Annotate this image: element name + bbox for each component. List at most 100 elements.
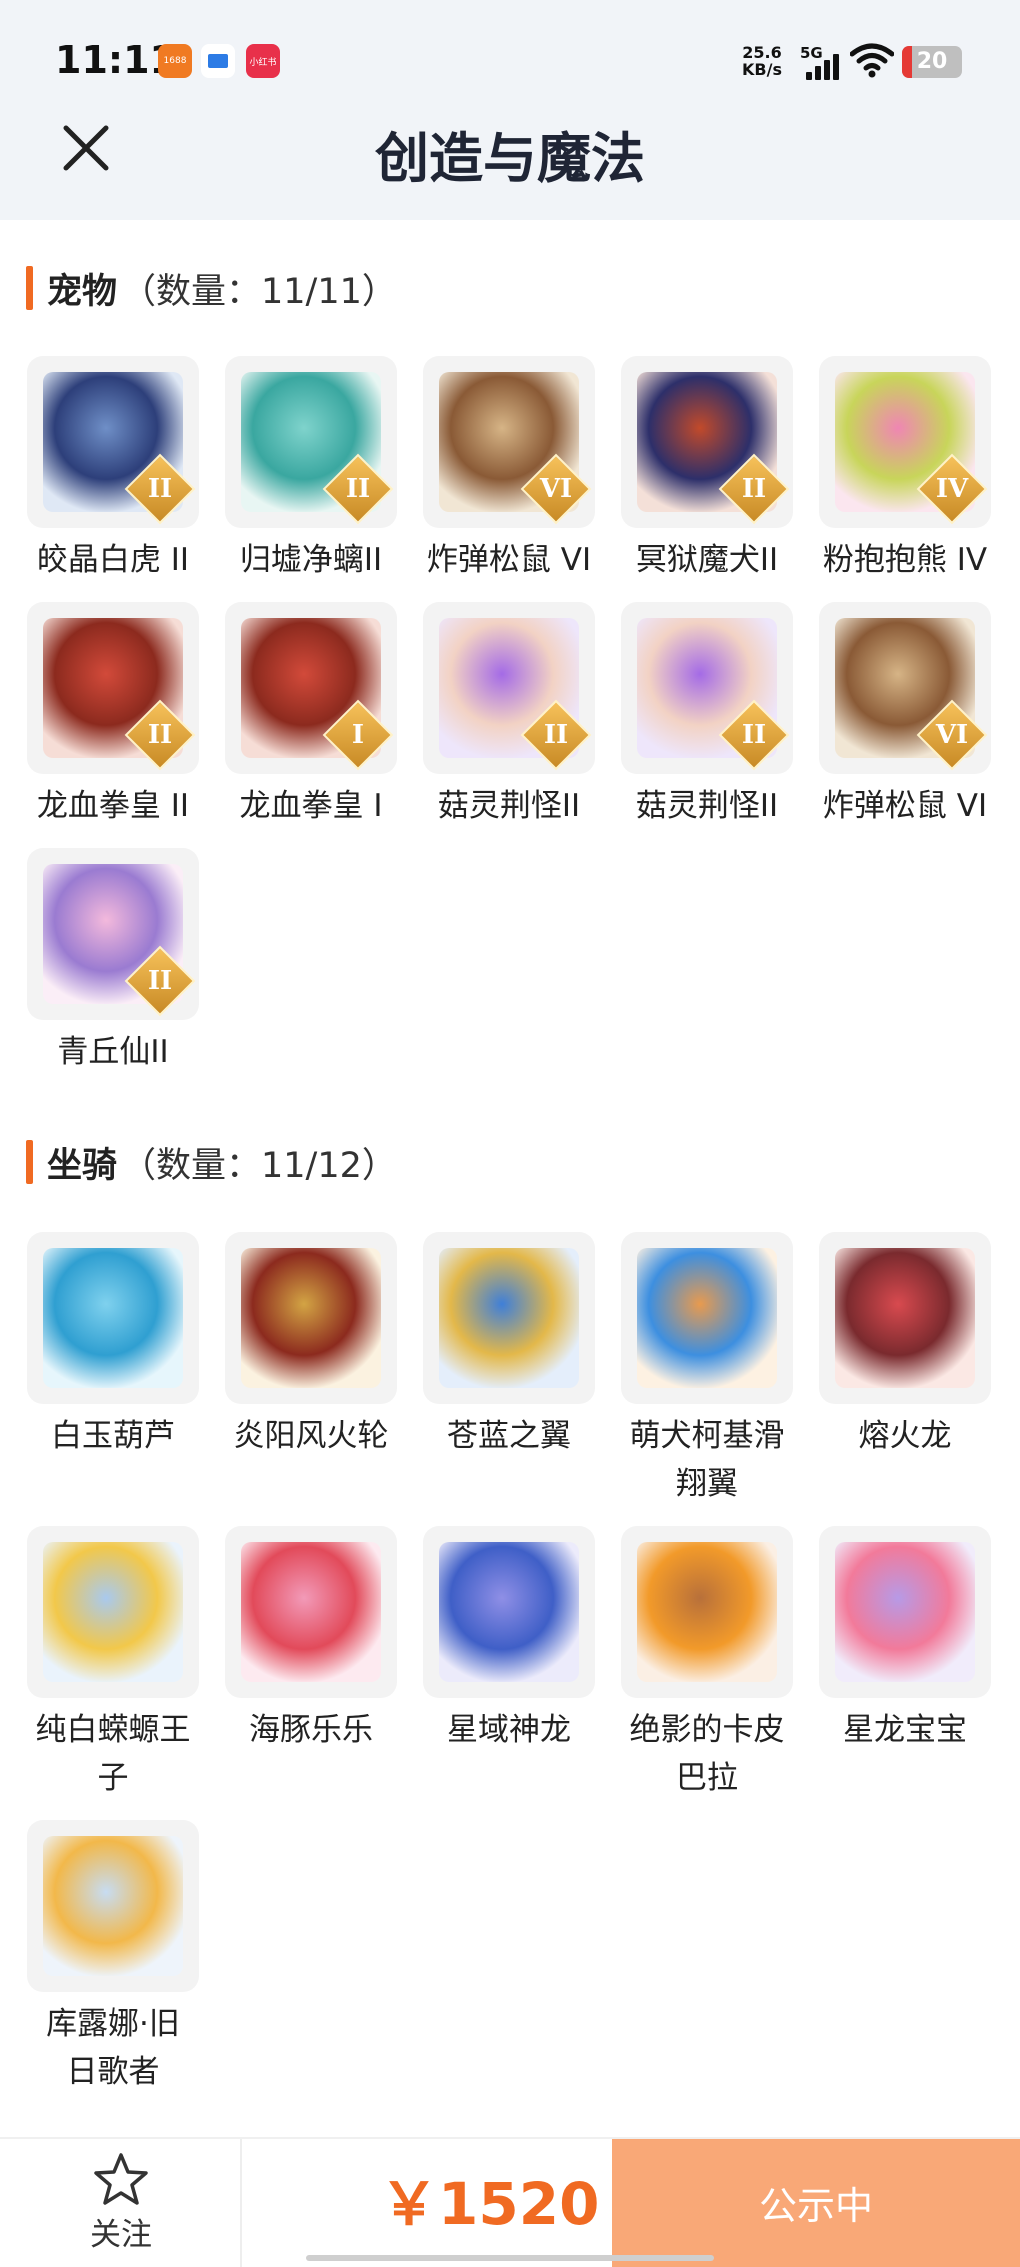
item-name: 星域神龙 bbox=[396, 1706, 622, 1754]
tier-badge-text: VI bbox=[539, 474, 573, 504]
item-name: 熔火龙 bbox=[792, 1412, 1018, 1460]
tier-badge-text: IV bbox=[935, 474, 969, 504]
home-indicator[interactable] bbox=[306, 2255, 714, 2261]
tier-badge-text: II bbox=[147, 720, 173, 750]
item-name-line1: 龙血拳皇 II bbox=[36, 788, 190, 824]
item-name-line1: 星龙宝宝 bbox=[843, 1712, 967, 1748]
item-artwork bbox=[439, 1542, 579, 1682]
pets-section-count: （数量：11/11） bbox=[121, 271, 397, 312]
item-name-line1: 归墟净螭II bbox=[239, 542, 383, 578]
tier-badge-text: II bbox=[741, 720, 767, 750]
pet-thumbnail: II bbox=[27, 356, 199, 528]
network-speed-unit: KB/s bbox=[742, 60, 782, 79]
battery-level: 20 bbox=[916, 49, 948, 74]
item-name: 龙血拳皇 I bbox=[198, 782, 424, 830]
follow-button[interactable]: 关注 bbox=[0, 2139, 242, 2267]
item-name: 炸弹松鼠 VI bbox=[792, 782, 1018, 830]
mount-thumbnail bbox=[423, 1526, 595, 1698]
item-name: 菇灵荆怪II bbox=[594, 782, 820, 830]
item-name-line1: 纯白蝾螈王 bbox=[35, 1712, 191, 1748]
price: ￥1520 bbox=[380, 2170, 600, 2238]
item-name: 苍蓝之翼 bbox=[396, 1412, 622, 1460]
mount-thumbnail bbox=[27, 1820, 199, 1992]
item-name-line2: 翔翼 bbox=[676, 1466, 738, 1502]
item-name-line1: 白玉葫芦 bbox=[51, 1418, 175, 1454]
follow-label: 关注 bbox=[90, 2217, 152, 2253]
item-name-line1: 冥狱魔犬II bbox=[635, 542, 779, 578]
pet-thumbnail: VI bbox=[423, 356, 595, 528]
item-name-line1: 龙血拳皇 I bbox=[239, 788, 383, 824]
mounts-section-count: （数量：11/12） bbox=[121, 1145, 397, 1186]
tier-badge-text: II bbox=[741, 474, 767, 504]
item-name: 海豚乐乐 bbox=[198, 1706, 424, 1754]
item-name: 归墟净螭II bbox=[198, 536, 424, 584]
app-1688-icon: 1688 bbox=[158, 44, 192, 78]
signal-bars-icon bbox=[806, 54, 840, 80]
app-xiaohongshu-icon: 小红书 bbox=[246, 44, 280, 78]
mount-thumbnail bbox=[819, 1232, 991, 1404]
publicity-status-button[interactable]: 公示中 bbox=[612, 2139, 1020, 2267]
wifi-icon bbox=[850, 43, 894, 78]
item-name-line2: 子 bbox=[97, 1760, 129, 1796]
item-name-line1: 青丘仙II bbox=[57, 1034, 169, 1070]
item-artwork bbox=[637, 1542, 777, 1682]
mount-thumbnail bbox=[819, 1526, 991, 1698]
mount-thumbnail bbox=[225, 1526, 397, 1698]
item-artwork bbox=[43, 1836, 183, 1976]
item-name: 纯白蝾螈王子 bbox=[0, 1706, 226, 1802]
tier-badge-text: VI bbox=[935, 720, 969, 750]
bottom-action-bar: 关注 ￥1520 公示中 bbox=[0, 2137, 1020, 2267]
battery-icon: 20 bbox=[902, 46, 962, 78]
network-speed: 25.6 KB/s bbox=[742, 44, 782, 78]
item-name: 炎阳风火轮 bbox=[198, 1412, 424, 1460]
item-name: 炸弹松鼠 VI bbox=[396, 536, 622, 584]
mount-thumbnail bbox=[27, 1232, 199, 1404]
pet-thumbnail: II bbox=[423, 602, 595, 774]
item-name-line1: 皎晶白虎 II bbox=[36, 542, 190, 578]
item-name-line1: 炸弹松鼠 VI bbox=[426, 542, 592, 578]
pet-thumbnail: II bbox=[621, 356, 793, 528]
pets-section-header: 宠物 （数量：11/11） bbox=[0, 266, 1020, 312]
status-bar: 11:11 1688 小红书 25.6 KB/s 5G 20 bbox=[0, 0, 1020, 125]
pet-thumbnail: IV bbox=[819, 356, 991, 528]
item-name-line1: 绝影的卡皮 bbox=[629, 1712, 785, 1748]
tier-badge-text: I bbox=[351, 720, 365, 750]
section-marker bbox=[26, 266, 33, 310]
item-name: 绝影的卡皮 巴拉 bbox=[594, 1706, 820, 1802]
section-marker bbox=[26, 1140, 33, 1184]
tier-badge-text: II bbox=[147, 474, 173, 504]
item-name: 青丘仙II bbox=[0, 1028, 226, 1076]
item-name: 库露娜·旧 日歌者 bbox=[0, 2000, 226, 2096]
app-notification-icon bbox=[201, 44, 235, 78]
item-artwork bbox=[637, 1248, 777, 1388]
item-name-line1: 海豚乐乐 bbox=[249, 1712, 373, 1748]
header-area: 11:11 1688 小红书 25.6 KB/s 5G 20 创造与魔法 bbox=[0, 0, 1020, 220]
mounts-section-header: 坐骑 （数量：11/12） bbox=[0, 1140, 1020, 1186]
item-artwork bbox=[43, 1542, 183, 1682]
item-name-line1: 苍蓝之翼 bbox=[447, 1418, 571, 1454]
item-artwork bbox=[835, 1542, 975, 1682]
item-name-line1: 菇灵荆怪II bbox=[635, 788, 779, 824]
item-name-line2: 巴拉 bbox=[676, 1760, 738, 1796]
publicity-status-label: 公示中 bbox=[758, 2184, 873, 2228]
item-artwork bbox=[439, 1248, 579, 1388]
mounts-section-title: 坐骑 bbox=[47, 1145, 118, 1186]
item-artwork bbox=[241, 1248, 381, 1388]
item-name-line1: 星域神龙 bbox=[447, 1712, 571, 1748]
mount-thumbnail bbox=[225, 1232, 397, 1404]
item-name: 粉抱抱熊 IV bbox=[792, 536, 1018, 584]
tier-badge-text: II bbox=[543, 720, 569, 750]
item-artwork bbox=[241, 1542, 381, 1682]
item-name-line1: 熔火龙 bbox=[858, 1418, 952, 1454]
tier-badge-text: II bbox=[345, 474, 371, 504]
mount-thumbnail bbox=[27, 1526, 199, 1698]
tier-badge-text: II bbox=[147, 966, 173, 996]
pet-thumbnail: II bbox=[27, 848, 199, 1020]
pets-section-title: 宠物 bbox=[47, 271, 118, 312]
item-name-line1: 萌犬柯基滑 bbox=[629, 1418, 785, 1454]
item-name: 白玉葫芦 bbox=[0, 1412, 226, 1460]
page-title: 创造与魔法 bbox=[375, 127, 645, 190]
item-name-line1: 炎阳风火轮 bbox=[233, 1418, 389, 1454]
pet-thumbnail: I bbox=[225, 602, 397, 774]
pet-thumbnail: VI bbox=[819, 602, 991, 774]
